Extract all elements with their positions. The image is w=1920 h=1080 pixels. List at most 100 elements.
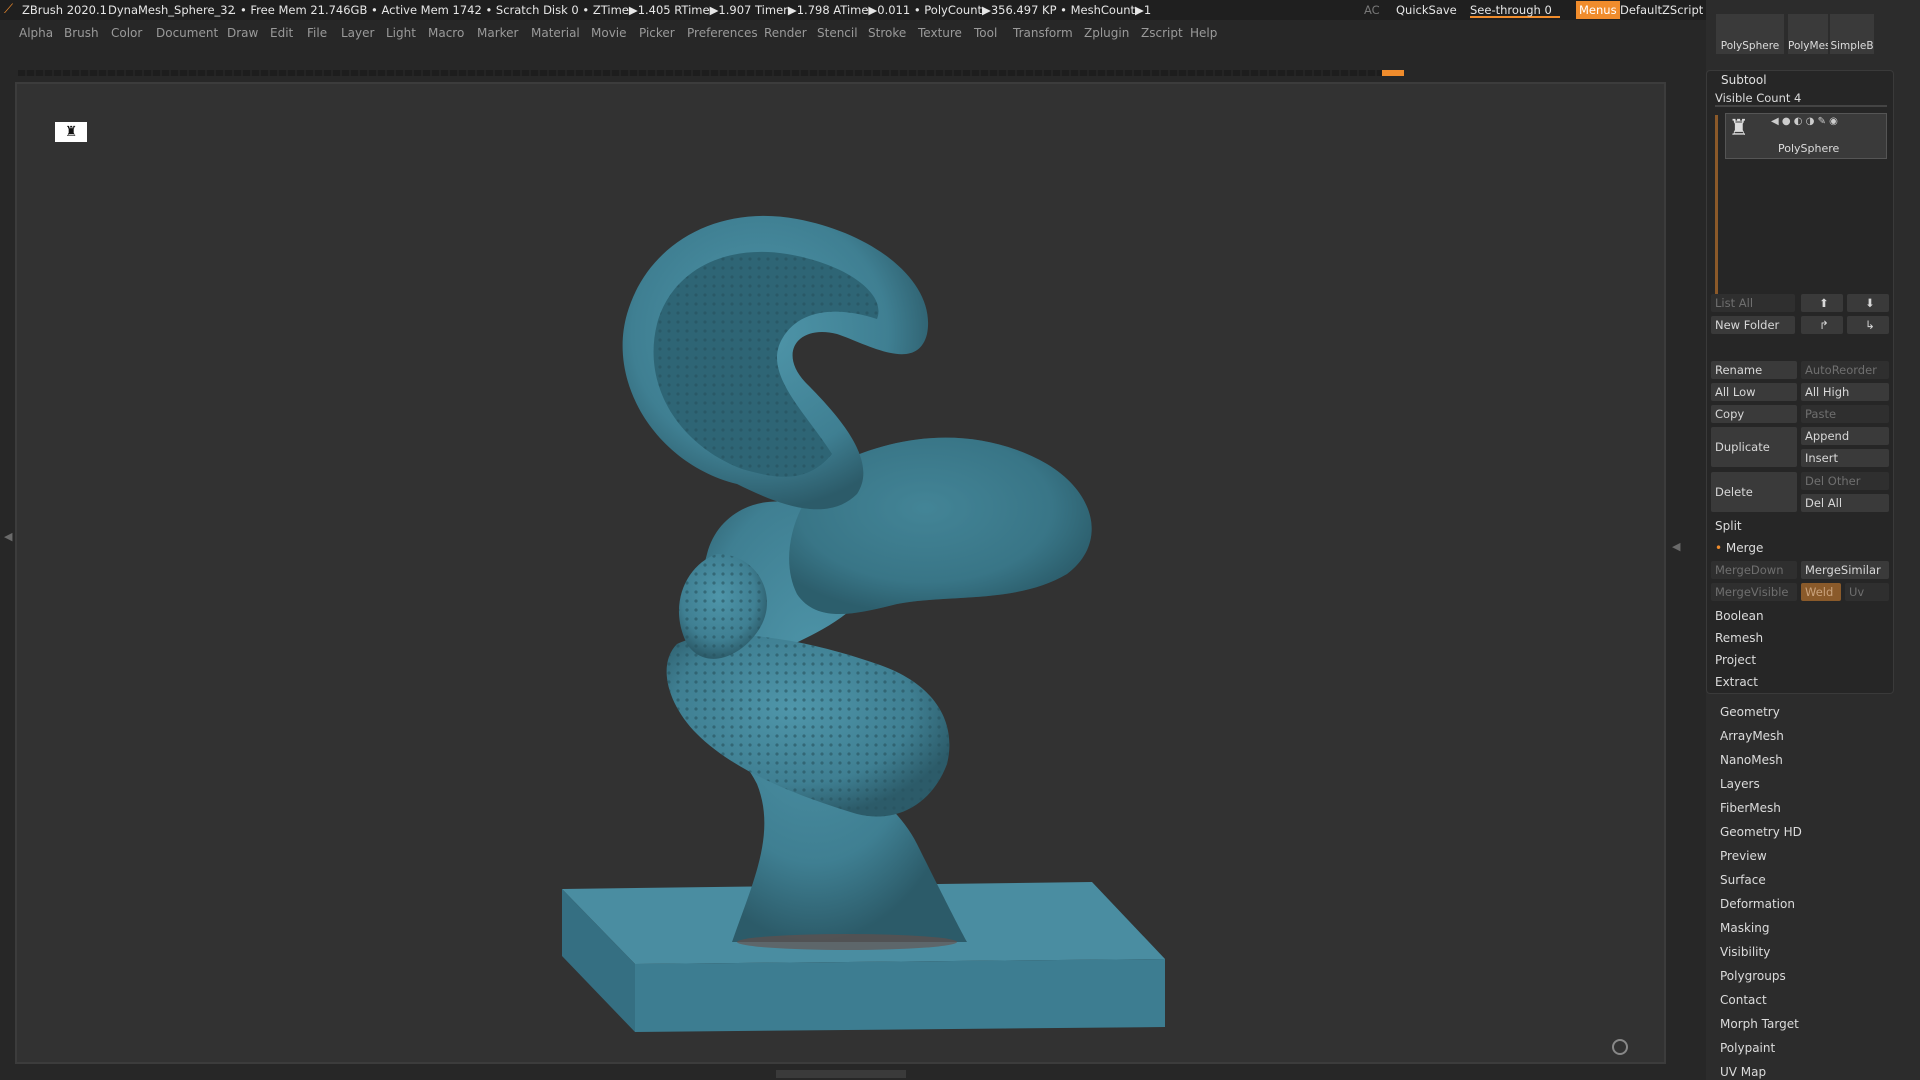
menu-file[interactable]: File (307, 22, 327, 44)
script-button[interactable]: DefaultZScript (1620, 0, 1703, 20)
delall-button[interactable]: Del All (1801, 494, 1889, 512)
progress-indicator (1382, 70, 1404, 76)
section-polypaint[interactable]: Polypaint (1720, 1041, 1775, 1055)
menu-transform[interactable]: Transform (1013, 22, 1073, 44)
zbrush-logo-icon: ⟋ (4, 2, 14, 17)
mergedown-button[interactable]: MergeDown (1711, 561, 1797, 579)
mergevisible-button[interactable]: MergeVisible (1711, 583, 1797, 601)
section-polygroups[interactable]: Polygroups (1720, 969, 1786, 983)
weld-toggle[interactable]: Weld (1801, 583, 1841, 601)
menu-bar: Alpha Brush Color Document Draw Edit Fil… (0, 22, 1700, 44)
listall-button[interactable]: List All (1711, 294, 1795, 312)
section-nanomesh[interactable]: NanoMesh (1720, 753, 1783, 767)
rename-button[interactable]: Rename (1711, 361, 1797, 379)
bottom-tray-handle[interactable] (776, 1070, 906, 1078)
alllow-button[interactable]: All Low (1711, 383, 1797, 401)
section-geometry[interactable]: Geometry (1720, 705, 1780, 719)
tool-thumb-polysphere[interactable]: PolySphere (1716, 14, 1784, 54)
menu-layer[interactable]: Layer (341, 22, 374, 44)
menu-macro[interactable]: Macro (428, 22, 464, 44)
folder-up-icon[interactable]: ↱ (1801, 316, 1843, 334)
tool-thumb-polymesh[interactable]: PolyMes (1788, 14, 1828, 54)
ac-label[interactable]: AC (1364, 0, 1380, 20)
sculpture-model (562, 215, 1165, 1032)
left-tray-handle[interactable]: ◀ (4, 530, 12, 543)
allhigh-button[interactable]: All High (1801, 383, 1889, 401)
insert-button[interactable]: Insert (1801, 449, 1889, 467)
menu-document[interactable]: Document (156, 22, 218, 44)
menu-material[interactable]: Material (531, 22, 580, 44)
section-morph-target[interactable]: Morph Target (1720, 1017, 1799, 1031)
menu-brush[interactable]: Brush (64, 22, 99, 44)
uv-toggle[interactable]: Uv (1845, 583, 1889, 601)
move-up-icon[interactable]: ⬆ (1801, 294, 1843, 312)
extract-section[interactable]: Extract (1711, 671, 1889, 693)
tool-thumb-label: PolyMes (1788, 40, 1828, 52)
delete-button[interactable]: Delete (1711, 472, 1797, 512)
visible-count[interactable]: Visible Count 4 (1715, 91, 1887, 107)
move-down-icon[interactable]: ⬇ (1847, 294, 1889, 312)
paste-button[interactable]: Paste (1801, 405, 1889, 423)
section-surface[interactable]: Surface (1720, 873, 1766, 887)
menu-alpha[interactable]: Alpha (19, 22, 53, 44)
subtool-visibility-icons[interactable]: ◀ ● ◐ ◑ ✎ ◉ (1771, 116, 1838, 127)
append-button[interactable]: Append (1801, 427, 1889, 445)
menu-color[interactable]: Color (111, 22, 142, 44)
seethrough-slider[interactable]: See-through 0 (1470, 0, 1560, 18)
boolean-section[interactable]: Boolean (1711, 605, 1889, 627)
menus-button[interactable]: Menus (1576, 1, 1620, 19)
menu-texture[interactable]: Texture (918, 22, 962, 44)
delother-button[interactable]: Del Other (1801, 472, 1889, 490)
section-contact[interactable]: Contact (1720, 993, 1767, 1007)
remesh-section[interactable]: Remesh (1711, 627, 1889, 649)
menu-tool[interactable]: Tool (974, 22, 997, 44)
merge-label: Merge (1725, 541, 1764, 555)
menu-zscript[interactable]: Zscript (1141, 22, 1183, 44)
menu-help[interactable]: Help (1190, 22, 1217, 44)
menu-stroke[interactable]: Stroke (868, 22, 906, 44)
menu-zplugin[interactable]: Zplugin (1084, 22, 1129, 44)
section-visibility[interactable]: Visibility (1720, 945, 1770, 959)
section-masking[interactable]: Masking (1720, 921, 1769, 935)
menu-edit[interactable]: Edit (270, 22, 293, 44)
subtool-item-name: PolySphere (1778, 142, 1840, 155)
menu-draw[interactable]: Draw (227, 22, 258, 44)
subtool-thumb-icon: ♜ (1729, 116, 1749, 141)
subtool-title[interactable]: Subtool (1721, 73, 1767, 87)
section-layers[interactable]: Layers (1720, 777, 1760, 791)
menu-render[interactable]: Render (764, 22, 807, 44)
section-deformation[interactable]: Deformation (1720, 897, 1795, 911)
newfolder-button[interactable]: New Folder (1711, 316, 1795, 334)
autoreorder-button[interactable]: AutoReorder (1801, 361, 1889, 379)
subtool-item[interactable]: ♜ ◀ ● ◐ ◑ ✎ ◉ PolySphere (1725, 113, 1887, 159)
tool-thumb-simplebrush[interactable]: SimpleB (1830, 14, 1874, 54)
split-section[interactable]: Split (1711, 515, 1889, 537)
right-tray-handle[interactable]: ◀ (1672, 540, 1680, 553)
section-arraymesh[interactable]: ArrayMesh (1720, 729, 1784, 743)
canvas-viewport[interactable]: ♜ (15, 82, 1666, 1064)
merge-marker-icon: • (1715, 541, 1723, 555)
merge-section[interactable]: • Merge (1711, 537, 1889, 559)
menu-marker[interactable]: Marker (477, 22, 518, 44)
duplicate-button[interactable]: Duplicate (1711, 427, 1797, 467)
copy-button[interactable]: Copy (1711, 405, 1797, 423)
menu-light[interactable]: Light (386, 22, 416, 44)
section-fibermesh[interactable]: FiberMesh (1720, 801, 1781, 815)
folder-down-icon[interactable]: ↳ (1847, 316, 1889, 334)
rotate-gizmo-icon[interactable] (1612, 1039, 1628, 1055)
mergesimilar-button[interactable]: MergeSimilar (1801, 561, 1889, 579)
section-geometry-hd[interactable]: Geometry HD (1720, 825, 1802, 839)
menu-picker[interactable]: Picker (639, 22, 675, 44)
menu-stencil[interactable]: Stencil (817, 22, 858, 44)
quicksave-button[interactable]: QuickSave (1396, 0, 1457, 20)
menu-preferences[interactable]: Preferences (687, 22, 758, 44)
subtool-scroll[interactable] (1715, 115, 1718, 295)
section-uv-map[interactable]: UV Map (1720, 1065, 1766, 1079)
status-text: .. • Free Mem 21.746GB • Active Mem 1742… (229, 3, 1152, 17)
project-section[interactable]: Project (1711, 649, 1889, 671)
foot-contact (737, 934, 957, 950)
tool-thumb-label: PolySphere (1720, 40, 1780, 52)
right-tray: PolySphere PolyMes SimpleB Subtool Visib… (1706, 0, 1920, 1080)
section-preview[interactable]: Preview (1720, 849, 1767, 863)
menu-movie[interactable]: Movie (591, 22, 627, 44)
